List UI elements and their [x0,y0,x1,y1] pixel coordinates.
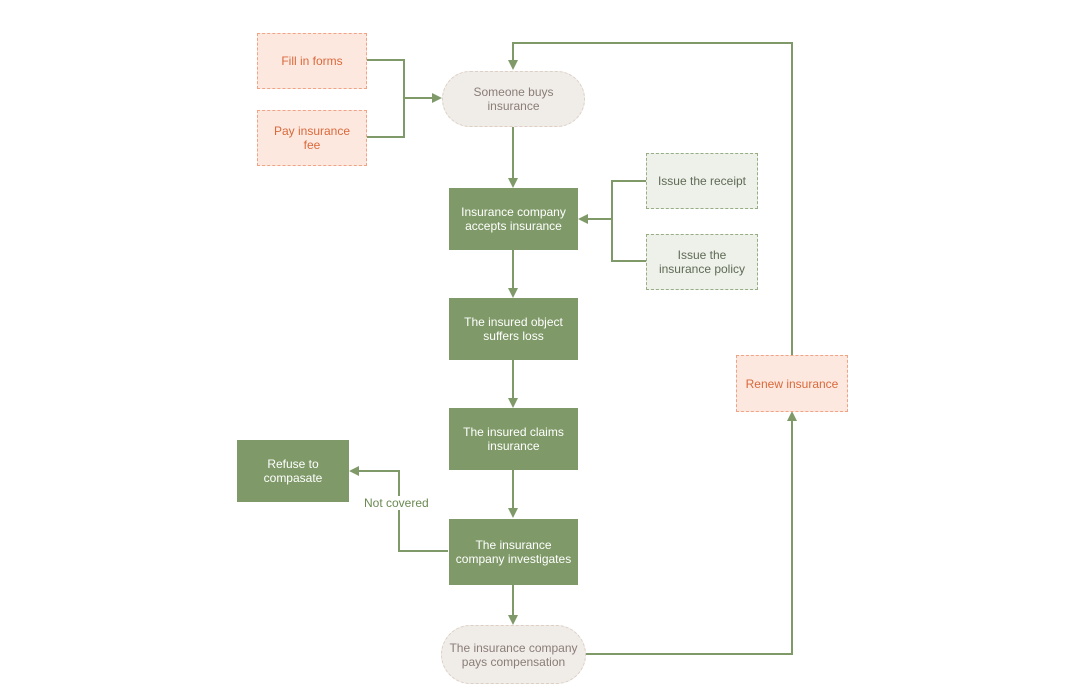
node-accepts-insurance: Insurance company accepts insurance [449,188,578,250]
node-investigates: The insurance company investigates [449,519,578,585]
node-pay-fee: Pay insurance fee [257,110,367,166]
edge-label-not-covered: Not covered [362,496,431,510]
node-someone-buys: Someone buys insurance [442,71,585,127]
edge-fee-to-buys [367,98,405,138]
node-issue-policy: Issue the insurance policy [646,234,758,290]
node-pays-compensation: The insurance company pays compensation [441,625,586,684]
node-fill-forms: Fill in forms [257,33,367,89]
edge-policy-to-accepts [611,219,646,262]
node-issue-receipt: Issue the receipt [646,153,758,209]
edge-receipt-to-accepts [578,180,646,224]
node-claims-insurance: The insured claims insurance [449,408,578,470]
node-refuse: Refuse to compasate [237,440,349,502]
edge-pays-to-renew [586,411,797,655]
edge-forms-to-buys [367,59,442,103]
node-suffers-loss: The insured object suffers loss [449,298,578,360]
edge-investigates-to-refuse [349,466,448,552]
node-renew: Renew insurance [736,355,848,412]
